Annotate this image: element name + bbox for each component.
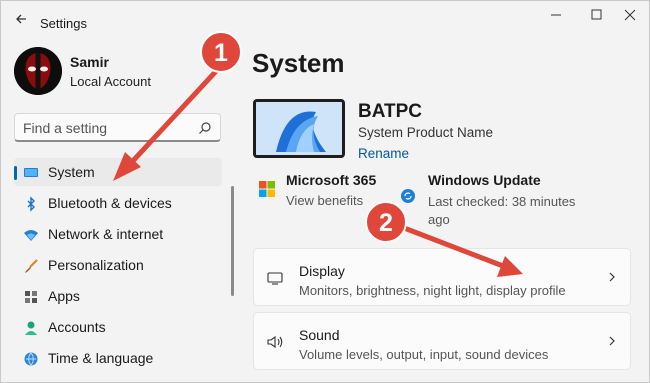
sound-card[interactable]: Sound Volume levels, output, input, soun… [253,312,631,370]
sidebar-item-bluetooth[interactable]: Bluetooth & devices [14,189,222,217]
windows-wallpaper-image [256,102,342,155]
sidebar-item-label: Bluetooth & devices [48,195,172,211]
wifi-icon [24,230,38,241]
sidebar-item-accounts[interactable]: Accounts [14,313,222,341]
annotation-badge-2: 2 [365,201,407,243]
maximize-icon[interactable] [581,5,611,25]
device-name: BATPC [358,101,423,122]
search-icon[interactable] [198,121,212,135]
person-icon [25,321,37,335]
apps-icon [25,291,37,303]
sidebar-item-label: Personalization [48,257,144,273]
minimize-icon[interactable] [541,5,571,25]
rename-link[interactable]: Rename [358,146,409,161]
device-model: System Product Name [358,125,494,140]
sidebar-item-label: Time & language [48,350,154,366]
settings-window: Settings Samir Local Account Find a sett… [0,0,650,383]
sidebar-item-apps[interactable]: Apps [14,282,222,310]
sidebar-item-label: Network & internet [48,226,164,242]
brush-icon [25,259,38,273]
search-box[interactable]: Find a setting [14,113,221,142]
page-title: System [252,48,345,78]
microsoft365-title[interactable]: Microsoft 365 [286,172,376,188]
window-title: Settings [40,16,87,31]
display-icon [267,272,283,285]
avatar[interactable] [14,47,62,95]
sidebar-item-personalization[interactable]: Personalization [14,251,222,279]
sidebar-item-label: Accounts [48,319,106,335]
search-input[interactable]: Find a setting [23,120,107,136]
windows-update-status: Last checked: 38 minutes ago [428,194,576,227]
device-thumbnail [253,99,345,158]
speaker-icon [267,335,283,349]
back-arrow-icon[interactable] [13,11,29,27]
bluetooth-icon [27,196,35,212]
sidebar-item-label: Apps [48,288,80,304]
windows-update-icon [401,189,415,203]
user-name: Samir [70,54,109,70]
sidebar-item-time-language[interactable]: Time & language [14,344,222,372]
globe-icon [24,352,38,366]
display-card[interactable]: Display Monitors, brightness, night ligh… [253,248,631,306]
sidebar-item-system[interactable]: System [14,158,222,186]
sidebar-scrollbar[interactable] [231,186,234,296]
microsoft-logo-icon [259,181,275,197]
annotation-number: 2 [379,209,393,237]
annotation-badge-1: 1 [200,31,242,73]
sidebar-item-label: System [48,164,95,180]
card-title: Sound [299,327,340,343]
chevron-right-icon [609,336,615,346]
annotation-number: 1 [214,39,228,67]
account-type: Local Account [70,74,151,89]
deadpool-avatar-image [14,47,62,95]
sidebar-item-network[interactable]: Network & internet [14,220,222,248]
chevron-right-icon [609,272,615,282]
card-title: Display [299,263,345,279]
monitor-icon [24,168,38,177]
close-icon[interactable] [615,5,645,25]
microsoft365-subtitle[interactable]: View benefits [286,193,363,208]
card-subtitle: Volume levels, output, input, sound devi… [299,347,549,362]
selected-indicator [14,166,17,180]
windows-update-title[interactable]: Windows Update [428,172,541,188]
card-subtitle: Monitors, brightness, night light, displ… [299,283,566,298]
